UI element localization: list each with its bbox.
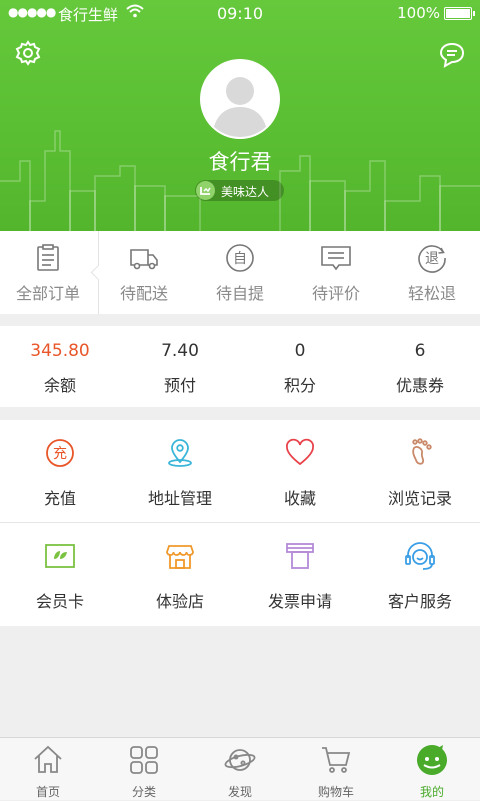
stat-balance[interactable]: 345.80 余额 xyxy=(0,326,120,407)
prepaid-label: 预付 xyxy=(163,376,196,395)
tab-profile[interactable]: 我的 xyxy=(384,738,480,801)
tab-category-label: 分类 xyxy=(131,785,156,799)
battery-percent: 100% xyxy=(397,4,440,22)
badge-icon xyxy=(196,181,215,200)
recharge-button[interactable]: 充 充值 xyxy=(0,420,120,522)
browsing-history-button[interactable]: 浏览记录 xyxy=(360,420,480,522)
favorites-label: 收藏 xyxy=(283,489,316,508)
status-bar: ●●●●● 食行生鲜 09:10 100% xyxy=(0,0,480,26)
order-to-pickup-button[interactable]: 自 待自提 xyxy=(192,231,288,314)
self-pickup-icon: 自 xyxy=(226,244,254,272)
profile-header: ●●●●● 食行生鲜 09:10 100% 食行君 美味达人 xyxy=(0,0,480,231)
cart-icon xyxy=(322,747,351,773)
coupons-value: 6 xyxy=(414,341,426,361)
badge-label: 美味达人 xyxy=(221,185,270,199)
comment-icon xyxy=(321,246,351,271)
planet-icon xyxy=(224,749,256,771)
order-to-pickup-label: 待自提 xyxy=(215,284,264,303)
stat-prepaid[interactable]: 7.40 预付 xyxy=(120,326,240,407)
address-management-label: 地址管理 xyxy=(147,489,212,508)
tab-home[interactable]: 首页 xyxy=(0,738,96,801)
message-icon[interactable] xyxy=(437,40,467,70)
headset-icon xyxy=(405,542,435,570)
invoice-request-button[interactable]: 发票申请 xyxy=(240,523,360,625)
default-avatar-icon xyxy=(212,77,268,137)
order-to-review-label: 待评价 xyxy=(311,284,360,303)
order-to-deliver-label: 待配送 xyxy=(119,284,168,303)
svg-text:退: 退 xyxy=(425,251,439,267)
stat-coupons[interactable]: 6 优惠券 xyxy=(360,326,480,407)
clipboard-icon xyxy=(37,244,59,271)
coupons-label: 优惠券 xyxy=(395,376,444,395)
address-management-button[interactable]: 地址管理 xyxy=(120,420,240,522)
recharge-label: 充值 xyxy=(43,489,76,508)
balance-label: 余额 xyxy=(43,376,76,395)
points-value: 0 xyxy=(294,341,306,361)
feature-grid: 充 充值 地址管理 收藏 浏览记录 会员卡 体验店 发票申请 客户服务 xyxy=(0,420,480,626)
account-stats: 345.80 余额 7.40 预付 0 积分 6 优惠券 xyxy=(0,326,480,407)
order-to-deliver-button[interactable]: 待配送 xyxy=(96,231,192,314)
tab-discover[interactable]: 发现 xyxy=(192,738,288,801)
category-icon xyxy=(130,746,158,774)
customer-service-label: 客户服务 xyxy=(387,592,452,611)
tab-category[interactable]: 分类 xyxy=(96,738,192,801)
gear-icon[interactable] xyxy=(13,38,43,68)
member-card-icon xyxy=(45,544,75,568)
order-all-label: 全部订单 xyxy=(15,284,80,303)
svg-text:充: 充 xyxy=(53,446,67,462)
avatar[interactable] xyxy=(200,59,280,139)
order-refund-label: 轻松退 xyxy=(407,284,456,303)
level-badge[interactable]: 美味达人 xyxy=(195,180,284,201)
location-pin-icon xyxy=(168,439,192,467)
browsing-history-label: 浏览记录 xyxy=(387,489,452,508)
profile-icon xyxy=(417,745,447,775)
footprint-icon xyxy=(412,438,432,465)
order-all-button[interactable]: 全部订单 xyxy=(0,231,96,314)
store-icon xyxy=(166,545,194,569)
home-icon xyxy=(34,745,62,773)
invoice-request-label: 发票申请 xyxy=(267,592,332,611)
invoice-icon xyxy=(286,543,314,569)
stat-points[interactable]: 0 积分 xyxy=(240,326,360,407)
customer-service-button[interactable]: 客户服务 xyxy=(360,523,480,625)
tab-home-label: 首页 xyxy=(35,785,60,799)
recharge-icon: 充 xyxy=(46,439,74,467)
tab-cart[interactable]: 购物车 xyxy=(288,738,384,801)
order-to-review-button[interactable]: 待评价 xyxy=(288,231,384,314)
experience-store-label: 体验店 xyxy=(155,592,204,611)
points-label: 积分 xyxy=(283,376,316,395)
favorites-button[interactable]: 收藏 xyxy=(240,420,360,522)
prepaid-value: 7.40 xyxy=(161,341,199,361)
tab-discover-label: 发现 xyxy=(227,785,252,799)
bottom-tab-bar: 首页 分类 发现 购物车 我的 xyxy=(0,737,480,800)
member-card-button[interactable]: 会员卡 xyxy=(0,523,120,625)
username: 食行君 xyxy=(208,150,272,174)
battery-icon xyxy=(444,7,475,20)
tab-cart-label: 购物车 xyxy=(317,785,354,799)
order-refund-button[interactable]: 退 轻松退 xyxy=(384,231,480,314)
tab-profile-label: 我的 xyxy=(419,785,444,799)
order-status-bar: 全部订单 待配送 自 待自提 待评价 退 轻松退 xyxy=(0,231,480,314)
svg-text:自: 自 xyxy=(233,251,247,267)
balance-value: 345.80 xyxy=(30,341,90,361)
truck-icon xyxy=(130,249,158,270)
refund-icon: 退 xyxy=(418,245,446,273)
experience-store-button[interactable]: 体验店 xyxy=(120,523,240,625)
heart-icon xyxy=(286,438,314,466)
member-card-label: 会员卡 xyxy=(35,592,84,611)
